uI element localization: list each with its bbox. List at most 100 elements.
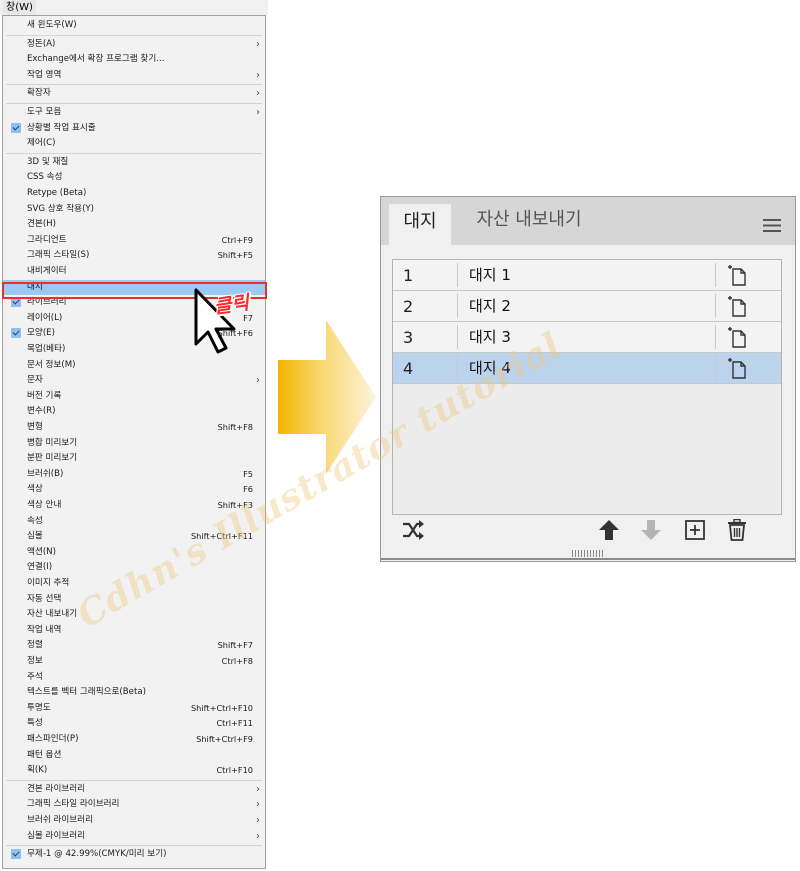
menu-item[interactable]: 그래픽 스타일(S) Shift+F5 [3, 248, 265, 264]
menu-item[interactable]: 색상 안내 Shift+F3 [3, 498, 265, 514]
menu-item[interactable]: 획(K) Ctrl+F10 [3, 763, 265, 779]
menu-item[interactable]: 투명도 Shift+Ctrl+F10 [3, 701, 265, 717]
artboard-index: 3 [403, 328, 414, 347]
menu-item[interactable]: 그래픽 스타일 라이브러리 › [3, 797, 265, 813]
menu-item[interactable]: 견본(H) [3, 217, 265, 233]
artboard-options-icon[interactable] [727, 326, 749, 348]
artboard-row[interactable]: 3 대지 3 [393, 322, 781, 353]
menu-item[interactable]: 변형 Shift+F8 [3, 420, 265, 436]
menu-item-shortcut: Ctrl+F10 [216, 765, 253, 776]
menu-item[interactable]: 그라디언트 Ctrl+F9 [3, 233, 265, 249]
menu-separator [6, 34, 262, 36]
artboard-index: 4 [403, 359, 414, 378]
menu-item[interactable]: 속성 [3, 514, 265, 530]
artboard-row[interactable]: 2 대지 2 [393, 291, 781, 322]
menu-item[interactable]: 액션(N) [3, 545, 265, 561]
menu-item[interactable]: 작업 내역 [3, 623, 265, 639]
menu-item[interactable]: 변수(R) [3, 404, 265, 420]
rearrange-artboards-icon[interactable] [401, 519, 425, 541]
menu-item[interactable]: 도구 모음 › [3, 105, 265, 121]
window-menu-trigger[interactable]: 창(W) [3, 0, 36, 15]
menu-item-label: 작업 영역 [27, 69, 62, 80]
menu-item[interactable]: Retype (Beta) [3, 186, 265, 202]
menu-item[interactable]: 버전 기록 [3, 389, 265, 405]
menu-item-label: 작업 내역 [27, 624, 62, 635]
artboard-name[interactable]: 대지 4 [469, 353, 511, 384]
menu-item-label: 병합 미리보기 [27, 437, 78, 448]
menu-item[interactable]: 특성 Ctrl+F11 [3, 716, 265, 732]
menu-item[interactable]: 정렬 Shift+F7 [3, 638, 265, 654]
menu-item[interactable]: 자동 선택 [3, 592, 265, 608]
menu-item-label: 주석 [27, 671, 43, 682]
chevron-right-icon: › [256, 69, 260, 81]
tab-artboards[interactable]: 대지 [389, 204, 451, 246]
artboard-name[interactable]: 대지 1 [469, 260, 511, 291]
menu-item[interactable]: 심볼 Shift+Ctrl+F11 [3, 529, 265, 545]
menu-item[interactable]: 분판 미리보기 [3, 451, 265, 467]
menu-item[interactable]: 연결(I) [3, 560, 265, 576]
menu-item[interactable]: 상황별 작업 표시줄 [3, 121, 265, 137]
menu-item-label: 정돈(A) [27, 38, 56, 49]
move-down-icon[interactable] [639, 519, 663, 541]
panel-resize-grip[interactable] [571, 550, 605, 557]
menu-item[interactable]: 무제-1 @ 42.99%(CMYK/미리 보기) [3, 847, 265, 863]
menu-item-shortcut: Shift+F3 [217, 500, 253, 510]
tab-asset-export[interactable]: 자산 내보내기 [455, 204, 603, 238]
artboard-list: 1 대지 1 2 대지 2 3 대지 3 4 대지 4 [392, 259, 782, 515]
menu-item-label: 그래픽 스타일 라이브러리 [27, 799, 120, 810]
menu-item[interactable]: 문자 › [3, 373, 265, 389]
trash-icon[interactable] [725, 519, 749, 541]
menu-item-shortcut: Shift+F7 [217, 640, 253, 651]
menu-item[interactable]: 새 윈도우(W) [3, 18, 265, 34]
artboard-row[interactable]: 4 대지 4 [393, 353, 781, 384]
artboard-row[interactable]: 1 대지 1 [393, 260, 781, 291]
artboard-options-icon[interactable] [727, 295, 749, 317]
menu-item[interactable]: 내비게이터 [3, 264, 265, 280]
chevron-right-icon: › [256, 107, 260, 118]
menu-item[interactable]: 심볼 라이브러리 › [3, 829, 265, 845]
menu-item-label: 브러쉬 라이브러리 [27, 815, 93, 825]
menu-item-label: 이미지 추적 [27, 578, 70, 588]
move-up-icon[interactable] [597, 519, 621, 541]
menu-item-label: 확장자 [27, 88, 51, 99]
menu-item[interactable]: 브러쉬(B) F5 [3, 467, 265, 483]
menu-item[interactable]: 제어(C) [3, 136, 265, 152]
menu-item[interactable]: 병합 미리보기 [3, 436, 265, 452]
menu-item[interactable]: 3D 및 재질 [3, 155, 265, 171]
menu-item[interactable]: 패스파인더(P) Shift+Ctrl+F9 [3, 732, 265, 748]
menu-item[interactable]: 자산 내보내기 [3, 607, 265, 623]
checkmark-icon [11, 849, 21, 860]
menu-separator [6, 103, 262, 104]
menu-item[interactable]: 견본 라이브러리 › [3, 782, 265, 798]
menu-item[interactable]: 문서 정보(M) [3, 358, 265, 374]
artboard-options-icon[interactable] [727, 264, 749, 286]
menu-separator [6, 845, 262, 847]
artboard-index: 1 [403, 266, 414, 285]
artboard-name[interactable]: 대지 2 [469, 291, 511, 322]
menu-item[interactable]: 패턴 옵션 [3, 748, 265, 764]
menu-item[interactable]: 정보 Ctrl+F8 [3, 654, 265, 670]
menu-item[interactable]: 주석 [3, 670, 265, 686]
artboard-index: 2 [403, 297, 414, 316]
menu-item[interactable]: SVG 상호 작용(Y) [3, 202, 265, 218]
menu-item[interactable]: 브러쉬 라이브러리 › [3, 813, 265, 829]
artboard-options-icon[interactable] [727, 357, 749, 379]
menu-item-label: 변형 [27, 422, 43, 432]
menu-item-label: 액션(N) [27, 546, 56, 557]
menu-item-label: 패턴 옵션 [27, 749, 62, 760]
menu-item[interactable]: 이미지 추적 [3, 576, 265, 592]
menu-item[interactable]: CSS 속성 [3, 170, 265, 186]
menu-item[interactable]: 텍스트를 벡터 그래픽으로(Beta) [3, 685, 265, 701]
menu-item[interactable]: 확장자 › [3, 86, 265, 102]
hamburger-icon[interactable] [763, 219, 781, 232]
chevron-right-icon: › [256, 783, 260, 795]
menu-item[interactable]: 색상 F6 [3, 482, 265, 498]
menu-item[interactable]: 작업 영역 › [3, 68, 265, 84]
new-artboard-icon[interactable] [683, 519, 707, 541]
checkmark-icon [11, 328, 21, 339]
artboard-name[interactable]: 대지 3 [469, 322, 511, 353]
menu-item[interactable]: 정돈(A) › [3, 37, 265, 53]
menu-item-label: 변수(R) [27, 406, 56, 417]
menu-item[interactable]: Exchange에서 확장 프로그램 찾기... [3, 52, 265, 68]
artboards-panel: 대지 자산 내보내기 1 대지 1 2 대지 2 3 대지 3 4 대지 4 [380, 196, 796, 562]
